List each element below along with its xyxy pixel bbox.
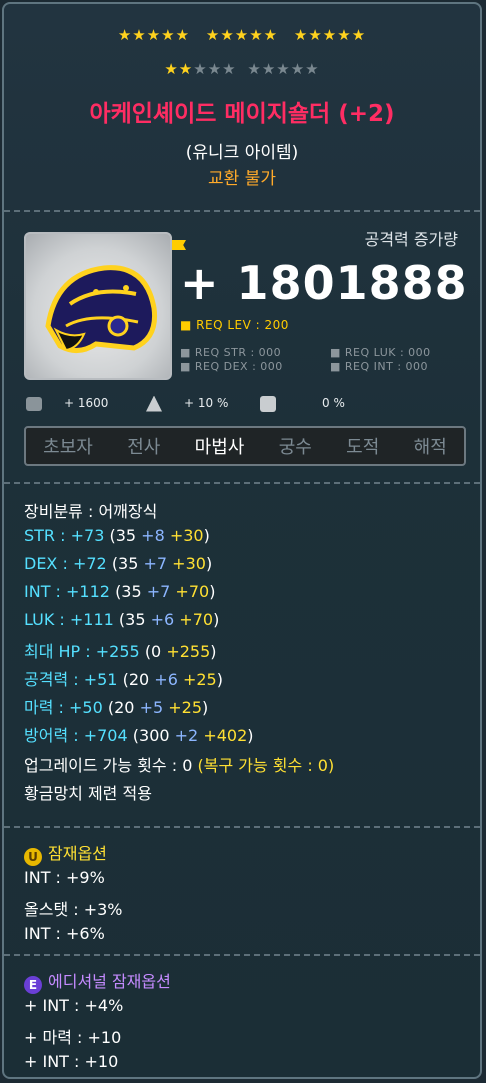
- potential-header: U 잠재옵션: [24, 840, 107, 866]
- stat-defense: 방어력 : +704 (300 +2 +402): [24, 726, 254, 745]
- potential-badge-icon: U: [24, 848, 42, 866]
- stat-attack: 공격력 : +51 (20 +6 +25): [24, 670, 223, 689]
- potential-line: INT : +9%: [24, 868, 105, 887]
- item-icon: [24, 232, 186, 380]
- stat-int: INT : +112 (35 +7 +70): [24, 582, 216, 601]
- attack-increase-value: + 1801888: [180, 256, 468, 310]
- job-pirate: 해적: [413, 437, 447, 458]
- star-group-filled: ★★: [164, 60, 194, 78]
- req-level: ■ REQ LEV : 200: [180, 318, 289, 332]
- upgrade-count: 업그레이드 가능 횟수 : 0 (복구 가능 횟수 : 0): [24, 756, 335, 775]
- job-requirements: 초보자 전사 마법사 궁수 도적 해적: [24, 426, 466, 466]
- req-str: ■ REQ STR : 000: [180, 346, 282, 359]
- starforce-row-1: ★★★★★ ★★★★★ ★★★★★: [4, 26, 480, 44]
- flag-icon: [172, 240, 186, 250]
- ignore-defense: + 10 %: [146, 392, 228, 414]
- star-group: ★★★★★: [293, 26, 367, 44]
- additional-line: + INT : +10: [24, 1052, 119, 1071]
- job-thief: 도적: [346, 437, 380, 458]
- job-beginner: 초보자: [43, 437, 93, 458]
- ignore-defense-icon: [146, 395, 162, 412]
- boss-icon: [26, 396, 42, 411]
- star-group: ★★★★★: [117, 26, 191, 44]
- item-grade: (유니크 아이템): [185, 143, 299, 163]
- req-dex: ■ REQ DEX : 000: [180, 360, 283, 373]
- equipment-category: 장비분류 : 어깨장식: [24, 502, 158, 521]
- divider: [4, 210, 480, 212]
- item-tooltip: ★★★★★ ★★★★★ ★★★★★ ★★★★★ ★★★★★ 아케인셰이드 메이지…: [2, 2, 482, 1079]
- req-int: ■ REQ INT : 000: [330, 360, 429, 373]
- attack-increase-label: 공격력 증가량: [364, 230, 458, 249]
- req-luk: ■ REQ LUK : 000: [330, 346, 431, 359]
- job-magician: 마법사: [194, 437, 245, 458]
- job-archer: 궁수: [278, 437, 312, 458]
- starforce-row-2: ★★★★★ ★★★★★: [4, 60, 480, 78]
- stat-dex: DEX : +72 (35 +7 +30): [24, 554, 213, 573]
- potential-line: 올스탯 : +3%: [24, 900, 123, 919]
- trade-status: 교환 불가: [208, 169, 276, 189]
- shield-icon: [260, 395, 276, 412]
- job-warrior: 전사: [127, 437, 161, 458]
- boss-damage: + 1600: [26, 392, 108, 414]
- star-group: ★★★★★: [205, 26, 279, 44]
- stat-magic: 마력 : +50 (20 +5 +25): [24, 698, 209, 717]
- additional-line: + 마력 : +10: [24, 1028, 122, 1047]
- potential-line: INT : +6%: [24, 924, 105, 943]
- additional-potential-header: E 에디셔널 잠재옵션: [24, 968, 171, 994]
- divider: [4, 826, 480, 828]
- divider: [4, 482, 480, 484]
- star-group-empty: ★★★★★: [247, 60, 320, 78]
- divider: [4, 954, 480, 956]
- stat-luk: LUK : +111 (35 +6 +70): [24, 610, 220, 629]
- defense-percent: 0 %: [260, 392, 345, 414]
- stat-hp: 최대 HP : +255 (0 +255): [24, 642, 217, 661]
- additional-line: + INT : +4%: [24, 996, 124, 1015]
- star-group-empty: ★★★: [193, 60, 237, 78]
- item-name: 아케인셰이드 메이지숄더 (+2): [89, 101, 395, 127]
- stat-str: STR : +73 (35 +8 +30): [24, 526, 210, 545]
- golden-hammer: 황금망치 제련 적용: [24, 784, 152, 803]
- shoulder-icon: [45, 265, 158, 353]
- additional-badge-icon: E: [24, 976, 42, 994]
